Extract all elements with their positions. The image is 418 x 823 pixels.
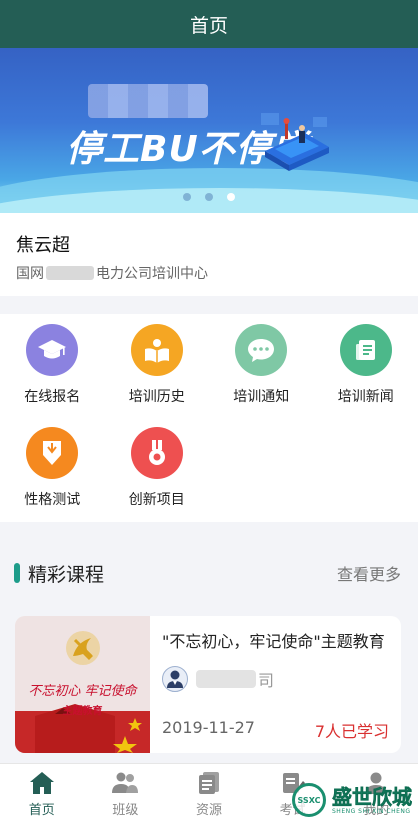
medal-icon <box>130 427 183 479</box>
feature-training-history[interactable]: 培训历史 <box>105 324 210 427</box>
watermark-sub: SHENG SHI XIN CHENG <box>332 807 411 815</box>
carousel-dot[interactable] <box>205 193 213 201</box>
section-title: 精彩课程 <box>28 563 105 586</box>
course-thumbnail: 不忘初心 牢记使命 主题教育 <box>15 616 150 753</box>
redacted-text <box>46 266 94 280</box>
tab-label: 首页 <box>28 803 55 818</box>
reading-book-icon <box>130 324 183 376</box>
tab-home[interactable]: 首页 <box>0 764 84 823</box>
view-more-link[interactable]: 查看更多 <box>337 561 401 585</box>
page-title: 首页 <box>189 14 228 37</box>
watermark-text: 盛世欣城 SHENG SHI XIN CHENG <box>332 784 413 815</box>
feature-online-registration[interactable]: 在线报名 <box>0 324 105 427</box>
graduation-cap-icon <box>26 324 79 376</box>
tab-resources[interactable]: 资源 <box>167 764 251 823</box>
watermark: SSXC 盛世欣城 SHENG SHI XIN CHENG <box>292 780 414 820</box>
section-accent-bar <box>14 563 20 583</box>
feature-label: 培训新闻 <box>337 389 394 405</box>
carousel-dot[interactable] <box>183 193 191 201</box>
top-app-bar: 首页 <box>0 0 418 48</box>
feature-personality-test[interactable]: 性格测试 <box>0 427 105 530</box>
course-title: "不忘初心，牢记使命"主题教育 <box>162 632 385 651</box>
tab-label: 班级 <box>112 803 139 818</box>
course-author: 司 <box>162 666 391 692</box>
section-title-wrap: 精彩课程 <box>14 560 104 587</box>
feature-label: 在线报名 <box>24 389 81 405</box>
user-organization: 国网 电力公司培训中心 <box>16 263 402 283</box>
learner-count: 7人已学习 <box>314 722 389 741</box>
class-people-icon <box>111 770 139 796</box>
banner-carousel[interactable]: 停工BU不停学 <box>0 48 418 213</box>
carousel-indicator <box>0 193 418 201</box>
chat-bubble-icon <box>235 324 288 376</box>
user-name: 焦云超 <box>16 235 70 256</box>
badge-down-icon <box>26 427 79 479</box>
featured-courses-header: 精彩课程 查看更多 <box>0 540 418 606</box>
user-avatar-icon <box>167 670 183 688</box>
course-info: "不忘初心，牢记使命"主题教育 司 2019-11-27 7人已学习 <box>150 616 401 753</box>
feature-grid: 在线报名 培训历史 培训通知 培训新闻 性格测试 创新项目 <box>0 314 418 522</box>
isometric-screen-illustration-icon <box>261 113 329 171</box>
course-date: 2019-11-27 <box>162 718 255 737</box>
home-icon <box>28 770 56 796</box>
feature-training-notice[interactable]: 培训通知 <box>209 324 314 427</box>
watermark-logo-icon: SSXC <box>292 783 326 817</box>
feature-innovation-project[interactable]: 创新项目 <box>105 427 210 530</box>
resource-docs-icon <box>195 770 223 796</box>
tab-class[interactable]: 班级 <box>84 764 168 823</box>
feature-training-news[interactable]: 培训新闻 <box>314 324 418 427</box>
carousel-dot-active[interactable] <box>227 193 235 201</box>
banner-blurred-text <box>88 84 208 118</box>
user-profile-card: 焦云超 国网 电力公司培训中心 <box>0 213 418 296</box>
course-card[interactable]: 不忘初心 牢记使命 主题教育 "不忘初心，牢记使命"主题教育 司 2019-11… <box>15 616 401 753</box>
news-document-icon <box>339 324 392 376</box>
org-prefix: 国网 <box>16 266 44 282</box>
course-meta: 2019-11-27 7人已学习 <box>162 718 389 742</box>
feature-label: 培训历史 <box>128 389 185 405</box>
feature-label: 培训通知 <box>233 389 290 405</box>
watermark-main: 盛世欣城 <box>332 784 413 809</box>
feature-label: 创新项目 <box>128 492 185 508</box>
avatar <box>162 666 188 692</box>
thumbnail-slogan: 不忘初心 牢记使命 <box>28 684 137 699</box>
redacted-text <box>196 670 256 688</box>
tab-label: 资源 <box>195 803 222 818</box>
org-suffix: 电力公司培训中心 <box>96 266 208 282</box>
author-suffix: 司 <box>258 671 275 690</box>
feature-label: 性格测试 <box>24 492 81 508</box>
thumbnail-subtitle: 主题教育 <box>62 706 103 717</box>
